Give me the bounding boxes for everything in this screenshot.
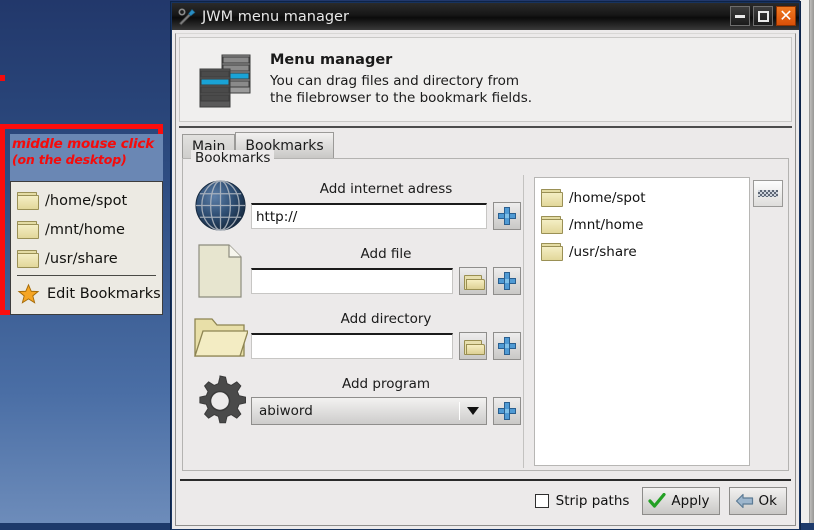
folder-icon bbox=[541, 243, 563, 261]
menu-item-edit-bookmarks[interactable]: Edit Bookmarks bbox=[11, 279, 162, 308]
desktop-popup-menu[interactable]: /home/spot /mnt/home /usr/share Edit Boo… bbox=[10, 181, 163, 315]
label-add-file: Add file bbox=[360, 246, 412, 262]
label-add-internet-address: Add internet adress bbox=[319, 181, 453, 197]
banner-divider bbox=[179, 126, 792, 128]
label-add-directory: Add directory bbox=[340, 311, 432, 327]
minimize-icon bbox=[735, 14, 745, 18]
chevron-down-icon bbox=[459, 402, 486, 420]
menu-item-label: Edit Bookmarks bbox=[47, 285, 161, 302]
globe-icon bbox=[189, 178, 251, 233]
add-directory-button[interactable] bbox=[493, 332, 521, 360]
add-program-button[interactable] bbox=[493, 397, 521, 425]
row-add-internet-address: Add internet adress bbox=[189, 173, 521, 238]
program-select[interactable]: abiword bbox=[251, 397, 487, 425]
back-arrow-icon bbox=[735, 493, 754, 509]
banner-line-2: the filebrowser to the bookmark fields. bbox=[270, 90, 533, 106]
jwm-menu-manager-window[interactable]: JWM menu manager ✕ Menu manager You can … bbox=[171, 2, 800, 530]
window-titlebar[interactable]: JWM menu manager ✕ bbox=[172, 3, 799, 30]
open-folder-icon bbox=[463, 339, 485, 355]
bookmarks-list[interactable]: /home/spot /mnt/home /usr/share bbox=[534, 177, 750, 466]
window-title: JWM menu manager bbox=[202, 8, 349, 25]
folder-icon bbox=[17, 250, 39, 268]
menu-separator bbox=[17, 275, 156, 276]
resize-grip-icon bbox=[758, 190, 778, 197]
folder-icon bbox=[541, 189, 563, 207]
background-window-edge[interactable] bbox=[799, 0, 814, 523]
background-window-inner bbox=[802, 0, 810, 523]
bookmarks-form-column: Add internet adress http:// Add file Add… bbox=[183, 173, 521, 470]
list-item-label: /home/spot bbox=[569, 189, 646, 206]
groupbox-legend: Bookmarks bbox=[191, 150, 275, 166]
menu-item-label: /mnt/home bbox=[45, 221, 125, 238]
annotation-line-1: middle mouse click bbox=[12, 136, 154, 152]
menu-item-home-spot[interactable]: /home/spot bbox=[11, 186, 162, 215]
bookmarks-list-column: /home/spot /mnt/home /usr/share bbox=[530, 173, 788, 470]
star-icon bbox=[17, 283, 40, 305]
column-divider bbox=[523, 175, 524, 468]
annotation-box: middle mouse click (on the desktop) /hom… bbox=[0, 124, 163, 315]
banner-text-block: Menu manager You can drag files and dire… bbox=[270, 52, 532, 107]
list-item-label: /mnt/home bbox=[569, 216, 644, 233]
checkbox-box[interactable] bbox=[534, 494, 549, 508]
browse-file-button[interactable] bbox=[459, 267, 487, 295]
apply-button[interactable]: Apply bbox=[642, 487, 720, 515]
add-file-button[interactable] bbox=[493, 267, 521, 295]
open-folder-icon bbox=[463, 274, 485, 290]
bottom-button-bar: Strip paths Apply Ok bbox=[176, 481, 795, 521]
ok-button[interactable]: Ok bbox=[728, 487, 787, 515]
ok-label: Ok bbox=[758, 493, 777, 509]
tools-icon bbox=[177, 7, 197, 27]
apply-label: Apply bbox=[671, 493, 710, 509]
menu-item-mnt-home[interactable]: /mnt/home bbox=[11, 215, 162, 244]
info-banner: Menu manager You can drag files and dire… bbox=[179, 37, 792, 122]
menu-item-label: /usr/share bbox=[45, 250, 118, 267]
folder-icon bbox=[17, 192, 39, 210]
window-controls[interactable]: ✕ bbox=[730, 6, 796, 26]
annotation-text: middle mouse click (on the desktop) bbox=[10, 134, 163, 181]
maximize-button[interactable] bbox=[753, 6, 773, 26]
bookmarks-groupbox: Bookmarks Add internet adress http:// Ad… bbox=[182, 150, 789, 471]
plus-icon bbox=[498, 207, 516, 225]
browse-directory-button[interactable] bbox=[459, 332, 487, 360]
directory-path-input[interactable] bbox=[251, 333, 453, 359]
file-path-input[interactable] bbox=[251, 268, 453, 294]
check-icon bbox=[648, 492, 667, 509]
row-add-program: Add program abiword bbox=[189, 368, 521, 433]
plus-icon bbox=[498, 402, 516, 420]
list-item[interactable]: /usr/share bbox=[541, 238, 749, 265]
window-client-area: Menu manager You can drag files and dire… bbox=[175, 33, 796, 526]
minimize-button[interactable] bbox=[730, 6, 750, 26]
strip-paths-label: Strip paths bbox=[555, 493, 630, 509]
folder-icon bbox=[541, 216, 563, 234]
plus-icon bbox=[498, 337, 516, 355]
red-dot-marker bbox=[0, 75, 5, 81]
list-item-label: /usr/share bbox=[569, 243, 637, 260]
strip-paths-checkbox[interactable]: Strip paths bbox=[534, 493, 630, 509]
close-button[interactable]: ✕ bbox=[776, 6, 796, 26]
menu-item-label: /home/spot bbox=[45, 192, 128, 209]
program-select-value: abiword bbox=[259, 403, 313, 419]
label-add-program: Add program bbox=[341, 376, 431, 392]
resize-grip-button[interactable] bbox=[753, 180, 783, 207]
internet-address-input[interactable] bbox=[251, 203, 487, 229]
maximize-icon bbox=[757, 10, 769, 22]
menu-stack-icon bbox=[194, 49, 256, 111]
banner-title: Menu manager bbox=[270, 52, 393, 68]
banner-line-1: You can drag files and directory from bbox=[270, 73, 520, 89]
folder-icon bbox=[189, 311, 251, 361]
menu-item-usr-share[interactable]: /usr/share bbox=[11, 244, 162, 273]
row-add-directory: Add directory bbox=[189, 303, 521, 368]
file-icon bbox=[189, 243, 251, 299]
row-add-file: Add file bbox=[189, 238, 521, 303]
list-item[interactable]: /mnt/home bbox=[541, 211, 749, 238]
plus-icon bbox=[498, 272, 516, 290]
list-item[interactable]: /home/spot bbox=[541, 184, 749, 211]
annotation-line-2: (on the desktop) bbox=[12, 151, 127, 167]
folder-icon bbox=[17, 221, 39, 239]
close-icon: ✕ bbox=[779, 6, 793, 25]
add-internet-address-button[interactable] bbox=[493, 202, 521, 230]
gear-icon bbox=[189, 373, 251, 429]
